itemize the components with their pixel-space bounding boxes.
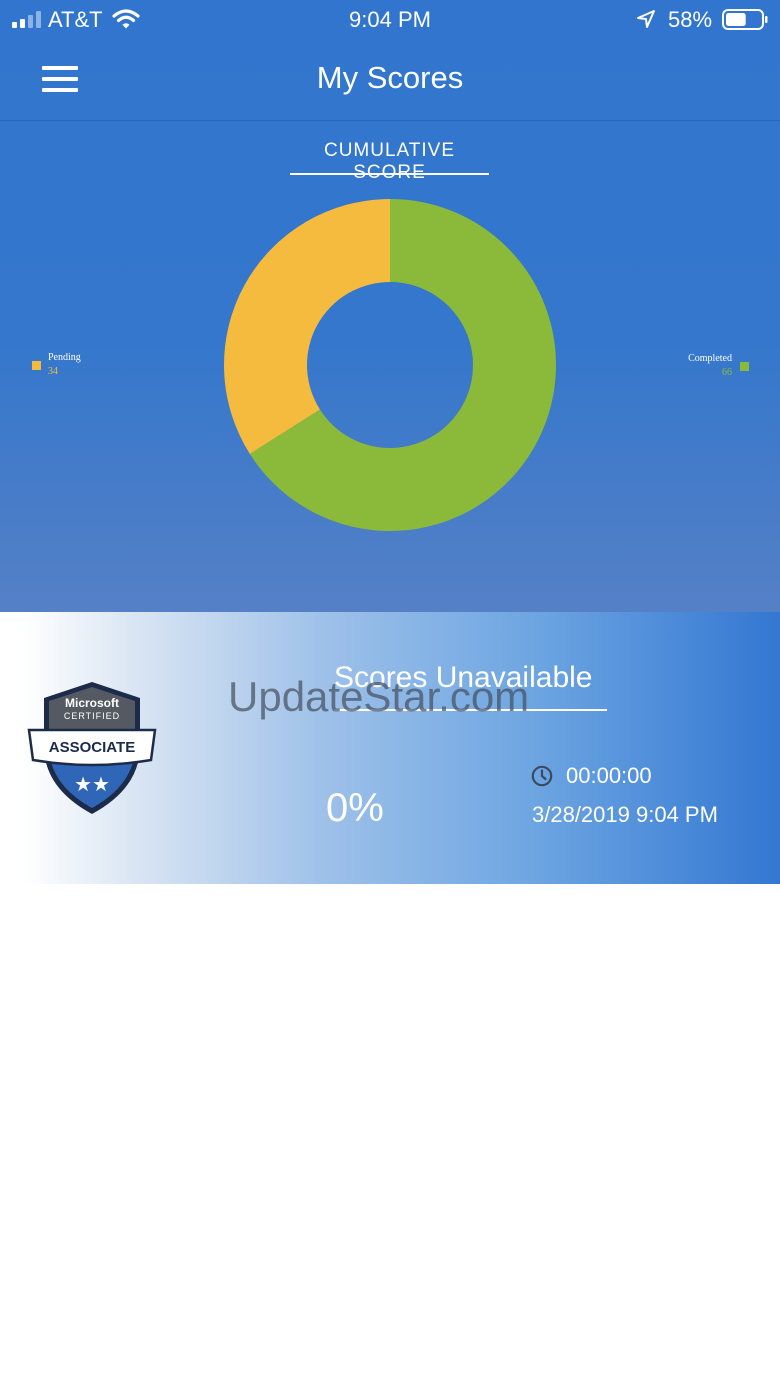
- score-percent: 0%: [326, 786, 384, 830]
- elapsed-timer: 00:00:00: [566, 763, 652, 788]
- chart-title-underline: [290, 173, 489, 175]
- status-time: 9:04 PM: [349, 7, 431, 32]
- battery-icon: [722, 9, 768, 30]
- score-card[interactable]: Microsoft CERTIFIED ASSOCIATE ★★ Scores …: [0, 612, 780, 884]
- status-bar: AT&T 9:04 PM 58%: [0, 0, 780, 40]
- microsoft-certified-associate-badge: Microsoft CERTIFIED ASSOCIATE ★★: [27, 682, 157, 814]
- navigation-bar: My Scores: [0, 40, 780, 121]
- legend-pending-value: 34: [48, 366, 58, 377]
- badge-line2: CERTIFIED: [64, 711, 120, 721]
- page-title: My Scores: [316, 60, 464, 95]
- badge-stars: ★★: [74, 772, 110, 796]
- legend-pending-swatch: [32, 361, 41, 370]
- scores-top-section: AT&T 9:04 PM 58% My Scores CUMULATIVE SC…: [0, 0, 780, 612]
- legend-completed-label: Completed: [688, 353, 732, 364]
- chart-title: CUMULATIVE SCORE: [323, 140, 456, 183]
- badge-line1: Microsoft: [65, 696, 119, 710]
- clock-icon: [531, 765, 553, 787]
- legend-pending-label: Pending: [48, 352, 81, 363]
- legend-completed-swatch: [740, 362, 749, 371]
- watermark-text: UpdateStar.com: [228, 673, 530, 720]
- donut-chart: [224, 199, 557, 531]
- location-arrow-icon: [637, 10, 655, 28]
- battery-percent: 58%: [668, 7, 713, 32]
- legend-completed-value: 66: [722, 367, 732, 378]
- score-datetime: 3/28/2019 9:04 PM: [532, 802, 718, 827]
- donut-slice-pending[interactable]: [224, 199, 390, 454]
- badge-ribbon: ASSOCIATE: [49, 739, 135, 756]
